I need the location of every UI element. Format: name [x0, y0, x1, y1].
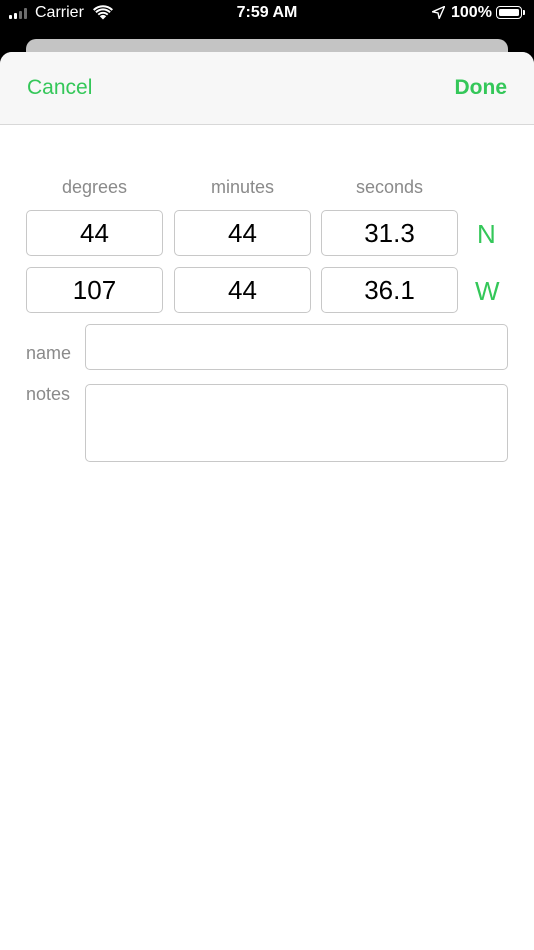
navigation-bar: Cancel Done	[0, 52, 534, 125]
degrees-header: degrees	[61, 177, 128, 197]
cancel-button[interactable]: Cancel	[27, 76, 92, 100]
latitude-hemisphere-toggle[interactable]: N	[477, 219, 496, 250]
coordinate-editor-sheet: Cancel Done degrees minutes seconds N W …	[0, 52, 534, 950]
notes-label: notes	[26, 384, 71, 404]
done-button[interactable]: Done	[455, 76, 508, 100]
latitude-minutes-field[interactable]	[174, 210, 311, 256]
longitude-seconds-field[interactable]	[321, 267, 458, 313]
notes-field[interactable]	[85, 384, 508, 462]
name-label: name	[26, 343, 72, 363]
battery-icon	[496, 6, 525, 19]
latitude-degrees-field[interactable]	[26, 210, 163, 256]
minutes-header: minutes	[210, 177, 275, 197]
longitude-hemisphere-toggle[interactable]: W	[475, 276, 500, 307]
name-field[interactable]	[85, 324, 508, 370]
seconds-header: seconds	[355, 177, 424, 197]
battery-percent: 100%	[451, 4, 492, 21]
location-arrow-icon	[432, 6, 445, 19]
status-bar: Carrier 7:59 AM 100%	[0, 0, 534, 26]
longitude-minutes-field[interactable]	[174, 267, 311, 313]
longitude-degrees-field[interactable]	[26, 267, 163, 313]
latitude-seconds-field[interactable]	[321, 210, 458, 256]
